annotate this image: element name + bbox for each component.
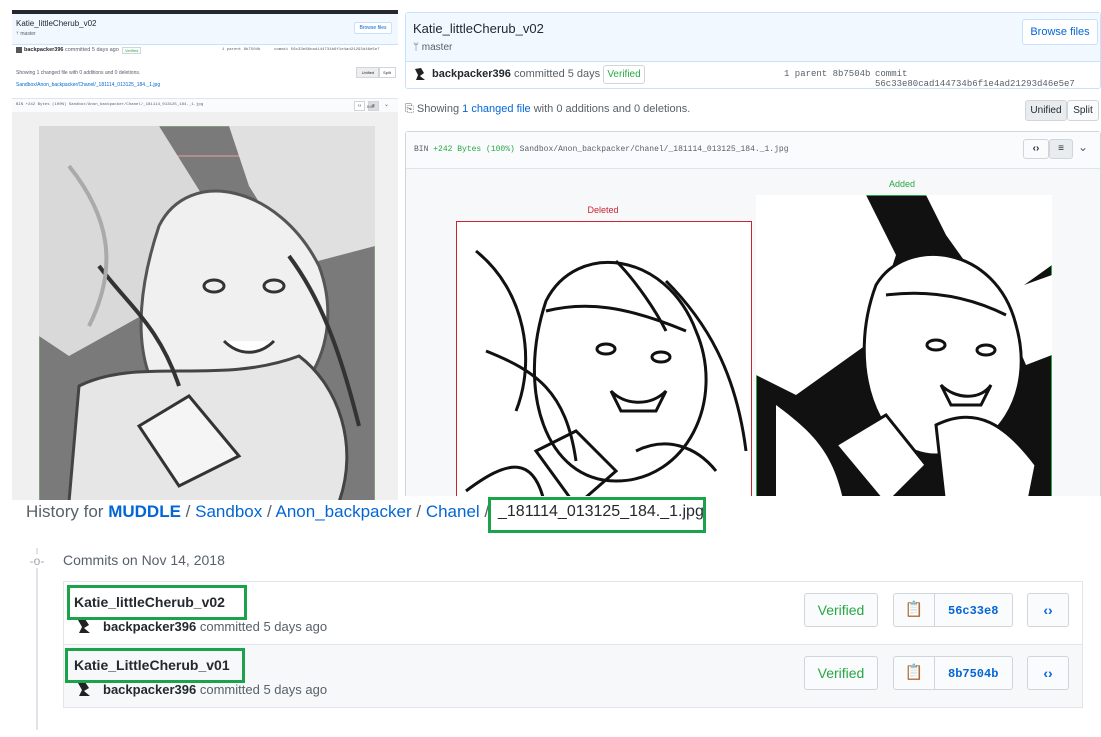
verified-button[interactable]: Verified — [804, 593, 878, 627]
left-avatar — [16, 47, 22, 53]
code-view-icon[interactable]: ‹› — [1023, 139, 1049, 159]
commit-title-bar: Katie_littleCherub_v02 ᛘ master Browse f… — [406, 13, 1100, 62]
breadcrumb-anon-backpacker-link[interactable]: Anon_backpacker — [276, 502, 412, 521]
commit-sha-link[interactable]: 56c33e8 — [948, 604, 998, 618]
browse-files-button[interactable]: Browse files — [1022, 19, 1098, 45]
clipboard-copy-icon[interactable]: 📋 — [894, 594, 935, 626]
left-commit-meta: backpacker396 committed 5 days ago — [24, 47, 119, 53]
file-diff-box: BIN +242 Bytes (100%) Sandbox/Anon_backp… — [405, 131, 1101, 496]
left-diff-header-text: BIN +242 Bytes (100%) Sandbox/Anon_backp… — [16, 103, 204, 107]
verified-badge[interactable]: Verified — [603, 65, 645, 84]
left-branch-label: ᛘ master — [16, 31, 36, 37]
diff-summary: ⎘ Showing 1 changed file with 0 addition… — [405, 103, 691, 115]
right-commit-screenshot: Katie_littleCherub_v02 ᛘ master Browse f… — [405, 12, 1101, 496]
deleted-label: Deleted — [587, 205, 619, 215]
left-commit-title: Katie_littleCherub_v02 — [16, 19, 97, 28]
branch-label: ᛘ master — [413, 42, 453, 53]
author-avatar — [412, 66, 428, 82]
deleted-image — [456, 221, 752, 496]
collapse-chevron-icon[interactable]: ⌄ — [1078, 140, 1088, 154]
left-file-path-link[interactable]: Sandbox/Anon_backpacker/Chanel/_181114_0… — [16, 82, 160, 88]
commit-meta: backpacker396 committed 5 days ago — [432, 68, 622, 80]
commit-1-highlight — [67, 585, 247, 620]
left-overlay-image — [39, 126, 375, 500]
commit-title: Katie_littleCherub_v02 — [413, 21, 544, 36]
clipboard-copy-icon[interactable]: 📋 — [894, 657, 935, 689]
author-link: backpacker396 — [103, 682, 197, 697]
branch-icon: ᛘ — [413, 42, 419, 53]
file-diff-header-text: BIN +242 Bytes (100%) Sandbox/Anon_backp… — [414, 145, 789, 154]
image-diff-area: Deleted Added — [406, 169, 1100, 496]
unified-button[interactable]: Unified — [1025, 100, 1067, 121]
breadcrumb: History for MUDDLE / Sandbox / Anon_back… — [26, 502, 490, 521]
commit-meta: backpacker396 committed 5 days ago — [103, 682, 328, 697]
left-unified-button[interactable]: Unified — [356, 67, 380, 78]
file-diff-header: BIN +242 Bytes (100%) Sandbox/Anon_backp… — [406, 132, 1100, 169]
left-verified-badge[interactable]: Verified — [122, 47, 142, 54]
left-code-view-icon[interactable]: ‹› — [354, 101, 365, 111]
author-link: backpacker396 — [103, 619, 197, 634]
commit-sha-text: commit 56c33e80cad144734b6f1e4ad21293d46… — [875, 69, 1075, 89]
verified-button[interactable]: Verified — [804, 656, 878, 690]
commit-meta: backpacker396 committed 5 days ago — [103, 619, 328, 634]
sha-button-group: 📋 56c33e8 — [893, 593, 1013, 627]
commit-author-link: backpacker396 — [432, 68, 511, 80]
sha-button-group: 📋 8b7504b — [893, 656, 1013, 690]
commit-details-box: Katie_littleCherub_v02 ᛘ master Browse f… — [405, 12, 1101, 89]
commits-date-heading: Commits on Nov 14, 2018 — [63, 552, 225, 568]
browse-code-icon[interactable]: ‹› — [1027, 593, 1069, 627]
commit-timeline-icon: -o- — [29, 554, 45, 568]
commit-sha-link[interactable]: 8b7504b — [948, 667, 998, 681]
rich-view-icon[interactable]: ≡ — [1049, 139, 1073, 159]
file-name-highlight — [488, 497, 706, 533]
added-image — [756, 195, 1052, 496]
left-showing-text: Showing 1 changed file with 0 additions … — [16, 70, 141, 76]
timeline-line — [36, 548, 38, 730]
left-commit-header: Katie_littleCherub_v02 ᛘ master Browse f… — [12, 14, 398, 45]
breadcrumb-repo-link[interactable]: MUDDLE — [108, 502, 181, 521]
file-diff-icon: ⎘ — [405, 103, 414, 115]
left-parent-text: 1 parent 8b7504b — [222, 48, 261, 52]
commit-2-highlight — [65, 648, 245, 683]
history-prefix: History for — [26, 502, 104, 521]
breadcrumb-chanel-link[interactable]: Chanel — [426, 502, 480, 521]
left-commit-screenshot: Katie_littleCherub_v02 ᛘ master Browse f… — [12, 10, 398, 500]
split-button[interactable]: Split — [1067, 100, 1099, 121]
left-collapse-chevron-icon[interactable]: ⌄ — [384, 101, 389, 108]
breadcrumb-sandbox-link[interactable]: Sandbox — [195, 502, 262, 521]
added-label: Added — [888, 179, 916, 189]
left-commit-sha: commit 56c33e88cad144734b6f1e4ad21293d46… — [274, 48, 380, 52]
parent-sha-text[interactable]: 1 parent 8b7504b — [784, 69, 870, 79]
left-bin-label: BIN — [367, 104, 374, 109]
left-split-button[interactable]: Split — [378, 67, 396, 78]
changed-file-link[interactable]: 1 changed file — [462, 103, 531, 115]
file-path-link[interactable]: Sandbox/Anon_backpacker/Chanel/_181114_0… — [520, 145, 789, 154]
left-browse-files-button[interactable]: Browse files — [354, 22, 392, 34]
browse-code-icon[interactable]: ‹› — [1027, 656, 1069, 690]
